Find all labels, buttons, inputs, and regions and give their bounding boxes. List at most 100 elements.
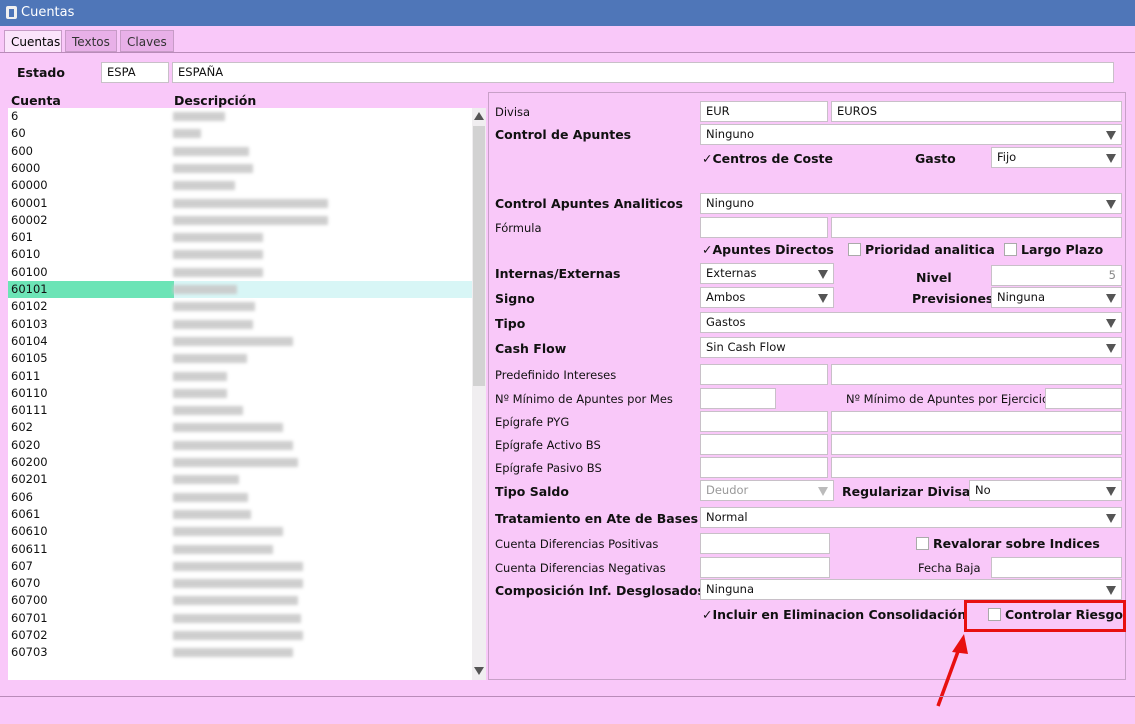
list-item[interactable]: 60101 bbox=[8, 281, 472, 299]
column-header-cuenta[interactable]: Cuenta bbox=[11, 93, 61, 108]
dif-positivas-field[interactable] bbox=[700, 533, 830, 554]
tipo-value: Gastos bbox=[706, 315, 746, 329]
list-item[interactable]: 60702 bbox=[8, 627, 472, 644]
prioridad-analitica-label: Prioridad analitica bbox=[865, 242, 995, 257]
min-apuntes-mes-label: Nº Mínimo de Apuntes por Mes bbox=[495, 392, 673, 406]
account-description-blurred bbox=[173, 492, 248, 502]
account-code: 60700 bbox=[11, 593, 48, 608]
list-item[interactable]: 60700 bbox=[8, 592, 472, 609]
list-item[interactable]: 6011 bbox=[8, 368, 472, 385]
list-item[interactable]: 60103 bbox=[8, 316, 472, 333]
cash-flow-select[interactable]: Sin Cash Flow bbox=[700, 337, 1122, 358]
predefinido-intereses-name-field[interactable] bbox=[831, 364, 1122, 385]
list-item[interactable]: 607 bbox=[8, 558, 472, 575]
control-apuntes-select[interactable]: Ninguno bbox=[700, 124, 1122, 145]
list-item[interactable]: 60110 bbox=[8, 385, 472, 402]
list-item[interactable]: 601 bbox=[8, 229, 472, 246]
regularizar-divisas-select[interactable]: No bbox=[969, 480, 1122, 501]
min-apuntes-ejercicio-field[interactable] bbox=[1045, 388, 1122, 409]
list-item[interactable]: 60610 bbox=[8, 523, 472, 540]
list-item[interactable]: 60001 bbox=[8, 195, 472, 212]
previsiones-value: Ninguna bbox=[997, 290, 1046, 304]
column-header-descripcion[interactable]: Descripción bbox=[174, 93, 256, 108]
list-item[interactable]: 6061 bbox=[8, 506, 472, 523]
divisa-name-field[interactable]: EUROS bbox=[831, 101, 1122, 122]
apuntes-directos-checkbox[interactable]: ✓Apuntes Directos bbox=[702, 242, 834, 257]
list-item[interactable]: 60111 bbox=[8, 402, 472, 419]
revalorar-label: Revalorar sobre Indices bbox=[933, 536, 1100, 551]
estado-name-field[interactable]: ESPAÑA bbox=[172, 62, 1114, 83]
epigrafe-pyg-name-field[interactable] bbox=[831, 411, 1122, 432]
epigrafe-pasivo-name-field[interactable] bbox=[831, 457, 1122, 478]
incluir-eliminacion-checkbox[interactable]: ✓Incluir en Eliminacion Consolidación bbox=[702, 607, 966, 622]
tab-cuentas[interactable]: Cuentas bbox=[4, 30, 62, 52]
list-item[interactable]: 60611 bbox=[8, 541, 472, 558]
list-item[interactable]: 60201 bbox=[8, 471, 472, 488]
estado-code-field[interactable]: ESPA bbox=[101, 62, 169, 83]
list-item[interactable]: 60000 bbox=[8, 177, 472, 194]
tipo-select[interactable]: Gastos bbox=[700, 312, 1122, 333]
list-item[interactable]: 6000 bbox=[8, 160, 472, 177]
list-item[interactable]: 60703 bbox=[8, 644, 472, 661]
epigrafe-activo-code-field[interactable] bbox=[700, 434, 828, 455]
account-description-blurred bbox=[173, 336, 293, 346]
formula-name-field[interactable] bbox=[831, 217, 1122, 238]
list-item[interactable]: 60104 bbox=[8, 333, 472, 350]
list-item[interactable]: 60200 bbox=[8, 454, 472, 471]
list-scrollbar[interactable] bbox=[472, 108, 486, 680]
account-code: 60110 bbox=[11, 385, 48, 400]
scroll-thumb[interactable] bbox=[473, 126, 485, 386]
gasto-select[interactable]: Fijo bbox=[991, 147, 1122, 168]
list-item[interactable]: 60102 bbox=[8, 298, 472, 315]
list-item[interactable]: 60002 bbox=[8, 212, 472, 229]
predefinido-intereses-code-field[interactable] bbox=[700, 364, 828, 385]
list-item[interactable]: 6020 bbox=[8, 437, 472, 454]
prioridad-analitica-checkbox[interactable]: Prioridad analitica bbox=[848, 242, 995, 257]
list-item[interactable]: 606 bbox=[8, 489, 472, 506]
accounts-list[interactable]: 6 60 600 6000 60000 60001 60002 601 6010 60100 601… bbox=[8, 108, 472, 680]
list-item[interactable]: 60 bbox=[8, 125, 472, 142]
account-code: 60002 bbox=[11, 212, 48, 227]
fecha-baja-field[interactable] bbox=[991, 557, 1122, 578]
epigrafe-pyg-code-field[interactable] bbox=[700, 411, 828, 432]
tratamiento-select[interactable]: Normal bbox=[700, 507, 1122, 528]
tab-claves[interactable]: Claves bbox=[120, 30, 174, 52]
internas-externas-select[interactable]: Externas bbox=[700, 263, 834, 284]
regularizar-divisas-label: Regularizar Divisas bbox=[842, 484, 978, 499]
account-description-blurred bbox=[173, 267, 263, 277]
dif-positivas-label: Cuenta Diferencias Positivas bbox=[495, 537, 659, 551]
list-item[interactable]: 6 bbox=[8, 108, 472, 125]
tipo-saldo-select[interactable]: Deudor bbox=[700, 480, 834, 501]
signo-select[interactable]: Ambos bbox=[700, 287, 834, 308]
epigrafe-activo-name-field[interactable] bbox=[831, 434, 1122, 455]
list-item[interactable]: 60701 bbox=[8, 610, 472, 627]
internas-externas-value: Externas bbox=[706, 266, 757, 280]
composicion-select[interactable]: Ninguna bbox=[700, 579, 1122, 600]
min-apuntes-mes-field[interactable] bbox=[700, 388, 776, 409]
divisa-code-field[interactable]: EUR bbox=[700, 101, 828, 122]
largo-plazo-checkbox[interactable]: Largo Plazo bbox=[1004, 242, 1103, 257]
scroll-down-arrow-icon[interactable] bbox=[474, 667, 484, 675]
revalorar-checkbox[interactable]: Revalorar sobre Indices bbox=[916, 536, 1100, 551]
account-code: 6070 bbox=[11, 576, 41, 591]
list-item[interactable]: 60100 bbox=[8, 264, 472, 281]
formula-label: Fórmula bbox=[495, 221, 542, 235]
centros-coste-checkbox[interactable]: ✓Centros de Coste bbox=[702, 151, 833, 166]
epigrafe-pasivo-code-field[interactable] bbox=[700, 457, 828, 478]
account-code: 60611 bbox=[11, 541, 48, 556]
previsiones-select[interactable]: Ninguna bbox=[991, 287, 1122, 308]
formula-code-field[interactable] bbox=[700, 217, 828, 238]
list-item[interactable]: 6070 bbox=[8, 575, 472, 592]
account-description-blurred bbox=[173, 354, 247, 364]
list-item[interactable]: 60105 bbox=[8, 350, 472, 367]
list-item[interactable]: 6010 bbox=[8, 246, 472, 263]
list-item[interactable]: 602 bbox=[8, 419, 472, 436]
list-item[interactable]: 600 bbox=[8, 143, 472, 160]
nivel-field[interactable]: 5 bbox=[991, 265, 1122, 286]
dif-negativas-field[interactable] bbox=[700, 557, 830, 578]
tab-textos[interactable]: Textos bbox=[65, 30, 117, 52]
scroll-up-arrow-icon[interactable] bbox=[474, 112, 484, 120]
control-analiticos-select[interactable]: Ninguno bbox=[700, 193, 1122, 214]
chevron-down-icon bbox=[1106, 487, 1116, 496]
epigrafe-pasivo-label: Epígrafe Pasivo BS bbox=[495, 461, 602, 475]
